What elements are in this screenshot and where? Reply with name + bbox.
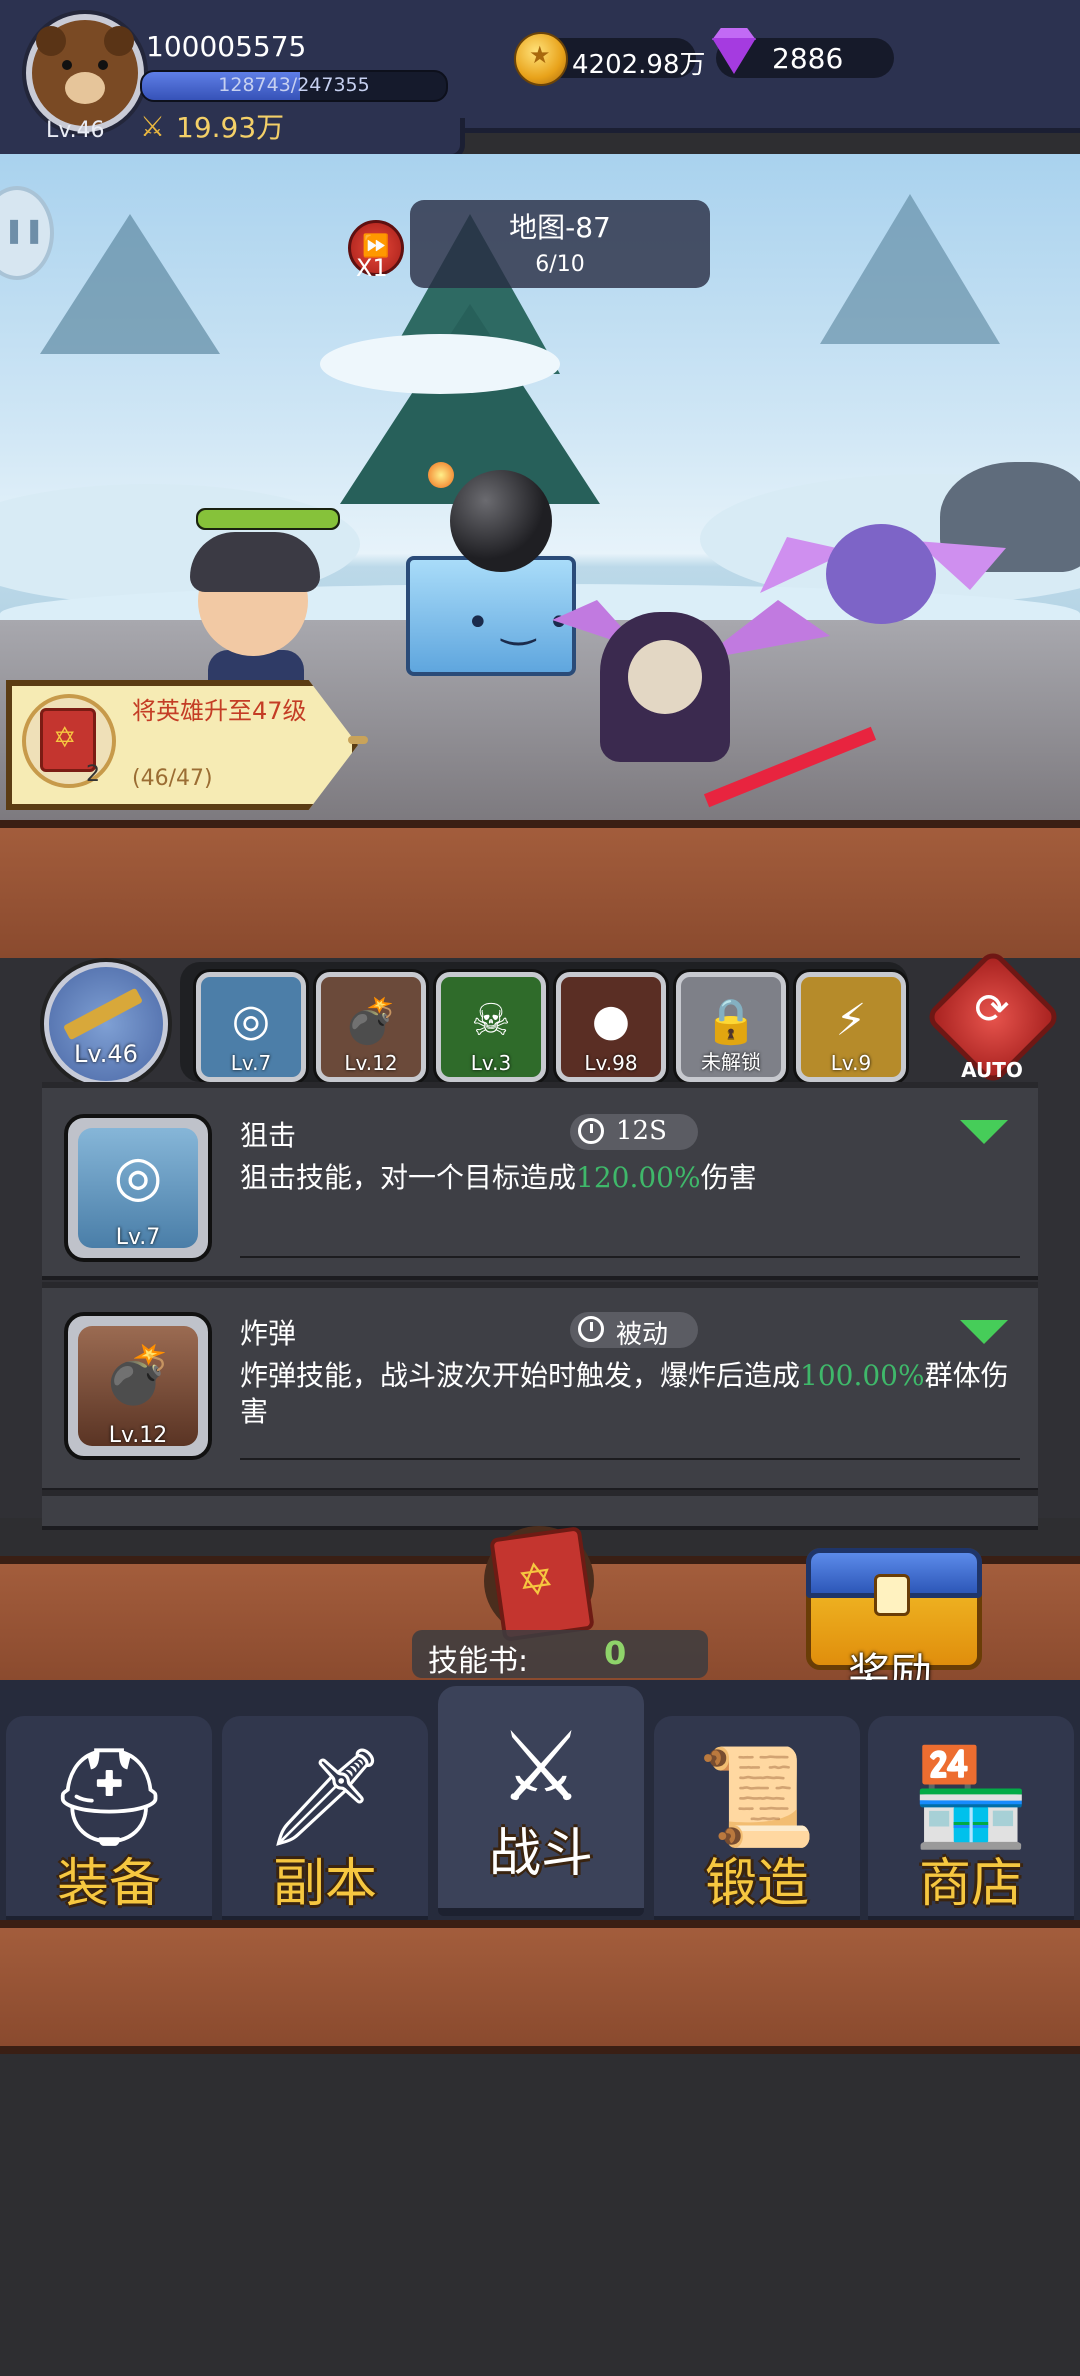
skill-slot-meteor[interactable]: ● Lv.98	[556, 972, 666, 1082]
skill-description: 炸弹技能，战斗波次开始时触发，爆炸后造成100.00%群体伤害	[240, 1358, 1020, 1430]
hero-hair	[190, 532, 320, 592]
quest-progress: (46/47)	[132, 766, 213, 791]
snow-mound	[320, 334, 560, 394]
player-id: 100005575	[146, 30, 307, 63]
skill-book-label: 技能书:	[428, 1644, 529, 1679]
skill-slot-level: 未解锁	[701, 1050, 761, 1074]
meteor-icon: ●	[591, 995, 631, 1046]
bomb-icon: 💣	[343, 996, 399, 1047]
map-title: 地图-87	[509, 211, 611, 244]
shop-icon: 🏪	[911, 1741, 1031, 1853]
skill-book-count: 0	[604, 1634, 627, 1672]
sniper-target-icon: ◎	[231, 995, 271, 1046]
skill-desc-value: 100.00%	[800, 1359, 925, 1392]
cooldown-text: 被动	[616, 1320, 669, 1350]
cooldown-pill: 12S	[570, 1114, 698, 1150]
bomb-fuse-flame	[428, 462, 454, 488]
auto-label: AUTO	[961, 1058, 1023, 1082]
skill-slot-lightning[interactable]: ⚡ Lv.9	[796, 972, 906, 1082]
ice-block-face: • ‿ •	[466, 600, 571, 646]
skill-card-level: Lv.7	[115, 1225, 161, 1250]
bomb-projectile	[450, 470, 552, 572]
weapon-level: Lv.46	[74, 1040, 138, 1068]
treasure-chest-lock	[874, 1574, 910, 1616]
combat-power: 19.93万	[176, 111, 285, 144]
cooldown-pill: 被动	[570, 1312, 698, 1350]
expand-arrow-icon[interactable]	[960, 1120, 1008, 1144]
skill-description: 狙击技能，对一个目标造成120.00%伤害	[240, 1160, 1020, 1196]
nav-label: 装备	[56, 1854, 161, 1914]
nav-dungeon[interactable]: 🗡 副本	[222, 1716, 428, 1924]
skill-slot-locked[interactable]: 🔒 未解锁	[676, 972, 786, 1082]
skill-desc-value: 120.00%	[576, 1161, 701, 1194]
card-divider	[240, 1458, 1020, 1460]
nav-battle[interactable]: ⚔ 战斗	[438, 1686, 644, 1916]
skill-slot-poison[interactable]: ☠ Lv.3	[436, 972, 546, 1082]
gold-coin-icon	[514, 32, 568, 86]
quest-reward-count: 2	[86, 762, 100, 787]
card-divider	[240, 1256, 1020, 1258]
skill-slot-level: Lv.7	[230, 1051, 272, 1075]
nav-label: 战斗	[488, 1824, 593, 1884]
wood-plank-divider	[0, 1920, 1080, 2054]
nav-label: 副本	[272, 1854, 377, 1914]
skill-slot-level: Lv.98	[584, 1051, 638, 1075]
hero-hp-bar	[196, 508, 340, 530]
skill-desc-text: 狙击技能，对一个目标造成	[240, 1161, 577, 1194]
crossed-swords-icon: ⚔	[497, 1711, 585, 1823]
quest-title: 将英雄升至47级	[132, 697, 307, 725]
scroll-hammer-icon: 📜	[697, 1741, 817, 1853]
gold-amount: 4202.98万	[572, 50, 706, 80]
crossed-swords-icon: ⚔	[140, 110, 166, 143]
player-avatar[interactable]	[26, 14, 144, 132]
clock-icon	[578, 1316, 604, 1342]
pine-tree	[40, 214, 220, 354]
nav-label: 商店	[918, 1854, 1023, 1914]
skill-slot-bomb[interactable]: 💣 Lv.12	[316, 972, 426, 1082]
skull-icon: ☠	[471, 995, 511, 1046]
skill-desc-text: 炸弹技能，战斗波次开始时触发，爆炸后造成	[240, 1359, 801, 1392]
exp-text: 128743/247355	[218, 74, 370, 96]
pine-tree	[820, 194, 1000, 344]
nav-forge[interactable]: 📜 锻造	[654, 1716, 860, 1924]
bat-monster	[826, 524, 936, 624]
skill-card-partial[interactable]	[42, 1490, 1038, 1530]
gem-amount: 2886	[772, 42, 844, 75]
speed-label: X1	[356, 254, 388, 282]
quest-banner-pin	[348, 736, 368, 744]
gem-icon	[712, 38, 756, 74]
lock-icon: 🔒	[703, 996, 759, 1047]
wood-plank-divider	[0, 820, 1080, 966]
skill-name: 狙击	[240, 1119, 297, 1152]
nav-label: 锻造	[704, 1854, 809, 1914]
skill-slot-level: Lv.12	[344, 1051, 398, 1075]
skill-slot-level: Lv.3	[470, 1051, 512, 1075]
skill-name: 炸弹	[240, 1317, 297, 1350]
skill-card-icon: ◎ Lv.7	[64, 1114, 212, 1262]
skill-slot-level: Lv.9	[830, 1051, 872, 1075]
expand-arrow-icon[interactable]	[960, 1320, 1008, 1344]
skill-card-icon: 💣 Lv.12	[64, 1312, 212, 1460]
refresh-icon: ⟳	[974, 984, 1010, 1033]
reaper-skull	[628, 640, 702, 714]
nav-shop[interactable]: 🏪 商店	[868, 1716, 1074, 1924]
bomb-icon: 💣	[103, 1343, 173, 1408]
skill-slot-sniper[interactable]: ◎ Lv.7	[196, 972, 306, 1082]
player-level: Lv.46	[46, 118, 105, 143]
wave-progress: 6/10	[535, 252, 585, 277]
exp-bar: 128743/247355	[140, 70, 448, 102]
sniper-target-icon: ◎	[113, 1144, 163, 1209]
nav-equipment[interactable]: ⛑ 装备	[6, 1716, 212, 1924]
skill-book-icon	[489, 1526, 595, 1642]
skill-card-level: Lv.12	[108, 1423, 168, 1448]
hero-hp-fill	[198, 510, 338, 528]
clock-icon	[578, 1118, 604, 1144]
skill-desc-text: 伤害	[700, 1161, 757, 1194]
skill-card-sniper[interactable]: ◎ Lv.7 狙击 12S 狙击技能，对一个目标造成120.00%伤害	[42, 1082, 1038, 1280]
cooldown-text: 12S	[616, 1116, 667, 1146]
sword-icon: 🗡	[264, 1741, 386, 1853]
helmet-icon: ⛑	[48, 1741, 170, 1853]
lightning-icon: ⚡	[835, 995, 867, 1046]
skill-card-bomb[interactable]: 💣 Lv.12 炸弹 被动 炸弹技能，战斗波次开始时触发，爆炸后造成100.00…	[42, 1282, 1038, 1492]
